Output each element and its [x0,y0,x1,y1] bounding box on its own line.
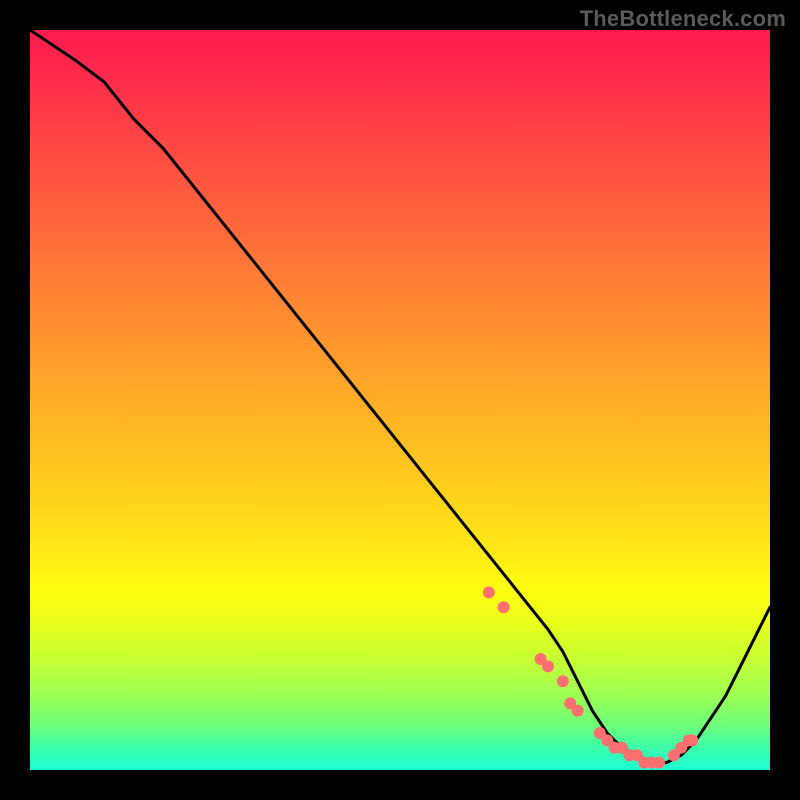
highlight-dot [557,675,569,687]
highlight-dot [572,705,584,717]
watermark-text: TheBottleneck.com [580,6,786,32]
highlight-dot [483,586,495,598]
highlight-dot [498,601,510,613]
curve-layer [30,30,770,770]
highlight-dot [653,757,665,769]
highlight-dot [686,734,698,746]
chart-frame: TheBottleneck.com [0,0,800,800]
plot-area [30,30,770,770]
highlight-dot [542,660,554,672]
bottleneck-curve [30,30,770,763]
highlight-points [483,586,699,768]
